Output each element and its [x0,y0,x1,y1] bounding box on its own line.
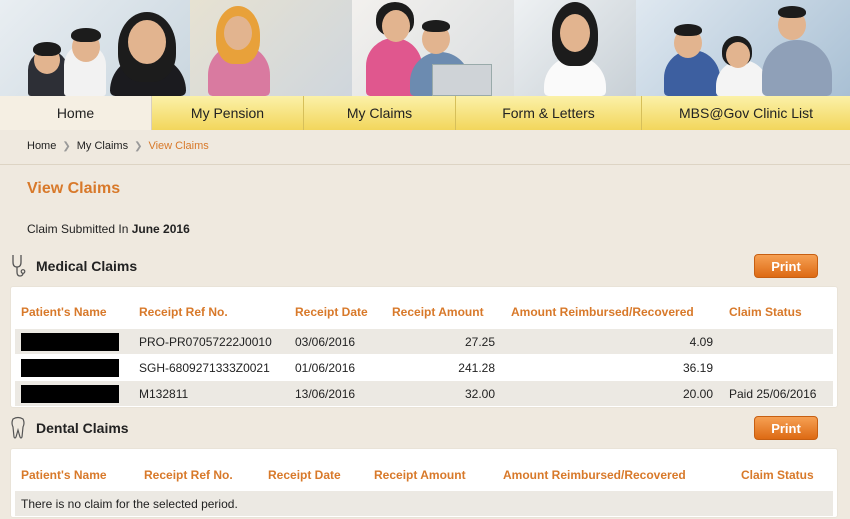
dental-print-button[interactable]: Print [754,416,818,440]
header-banner [0,0,850,96]
amount-reimbursed: 36.19 [682,361,713,375]
claim-period-prefix: Claim Submitted In [27,222,132,236]
amount-reimbursed: 20.00 [682,387,713,401]
breadcrumb-my-claims[interactable]: My Claims [77,140,128,152]
col-receipt-date: Receipt Date [295,305,368,319]
col-receipt-ref: Receipt Ref No. [139,305,228,319]
receipt-date: 03/06/2016 [295,335,356,349]
medical-claims-title: Medical Claims [36,258,138,274]
col-claim-status: Claim Status [741,468,814,482]
col-receipt-amount: Receipt Amount [392,305,484,319]
banner-photo-5 [636,0,850,96]
main-nav: Home My Pension My Claims Form & Letters… [0,96,850,130]
receipt-amount: 27.25 [464,335,495,349]
dental-claims-table: Patient's Name Receipt Ref No. Receipt D… [10,448,838,518]
tooth-icon [11,416,25,439]
receipt-amount: 241.28 [458,361,495,375]
receipt-ref: M132811 [139,387,189,401]
redacted-patient-name [21,359,119,377]
divider [0,164,850,165]
col-amount-reimbursed: Amount Reimbursed/Recovered [503,468,686,482]
chevron-right-icon: ❯ [62,140,71,152]
dental-claims-title: Dental Claims [36,420,129,436]
col-claim-status: Claim Status [729,305,802,319]
banner-photo-3 [352,0,514,96]
breadcrumb: Home ❯ My Claims ❯ View Claims [27,140,209,152]
chevron-right-icon: ❯ [134,140,143,152]
medical-claims-header: Medical Claims [10,254,137,278]
tab-my-claims[interactable]: My Claims [304,96,456,130]
table-row: M132811 13/06/2016 32.00 20.00 Paid 25/0… [15,381,833,406]
breadcrumb-home[interactable]: Home [27,140,56,152]
page-title: View Claims [27,180,121,197]
claim-period-text: Claim Submitted In June 2016 [27,222,190,236]
col-receipt-ref: Receipt Ref No. [144,468,233,482]
tab-my-pension[interactable]: My Pension [152,96,304,130]
col-amount-reimbursed: Amount Reimbursed/Recovered [511,305,694,319]
receipt-amount: 32.00 [464,387,495,401]
table-row: SGH-6809271333Z0021 01/06/2016 241.28 36… [15,355,833,380]
claim-status: Paid 25/06/2016 [729,387,817,401]
tab-mbs-gov-clinic-list[interactable]: MBS@Gov Clinic List [642,96,850,130]
medical-claims-table: Patient's Name Receipt Ref No. Receipt D… [10,286,838,408]
col-patient-name: Patient's Name [21,468,107,482]
receipt-date: 01/06/2016 [295,361,356,375]
dental-claims-header: Dental Claims [10,416,129,440]
receipt-date: 13/06/2016 [295,387,356,401]
table-row: PRO-PR07057222J0010 03/06/2016 27.25 4.0… [15,329,833,354]
col-patient-name: Patient's Name [21,305,107,319]
col-receipt-date: Receipt Date [268,468,341,482]
tab-form-letters[interactable]: Form & Letters [456,96,642,130]
col-receipt-amount: Receipt Amount [374,468,466,482]
redacted-patient-name [21,333,119,351]
banner-photo-1 [0,0,190,96]
claim-period-value: June 2016 [131,222,190,236]
stethoscope-icon [12,255,26,277]
empty-table-row: There is no claim for the selected perio… [15,491,833,516]
receipt-ref: PRO-PR07057222J0010 [139,335,272,349]
redacted-patient-name [21,385,119,403]
amount-reimbursed: 4.09 [689,335,713,349]
banner-photo-4 [514,0,636,96]
receipt-ref: SGH-6809271333Z0021 [139,361,270,375]
tab-home[interactable]: Home [0,96,152,130]
breadcrumb-current: View Claims [148,140,209,152]
banner-photo-2 [190,0,352,96]
medical-print-button[interactable]: Print [754,254,818,278]
empty-message: There is no claim for the selected perio… [21,497,238,511]
